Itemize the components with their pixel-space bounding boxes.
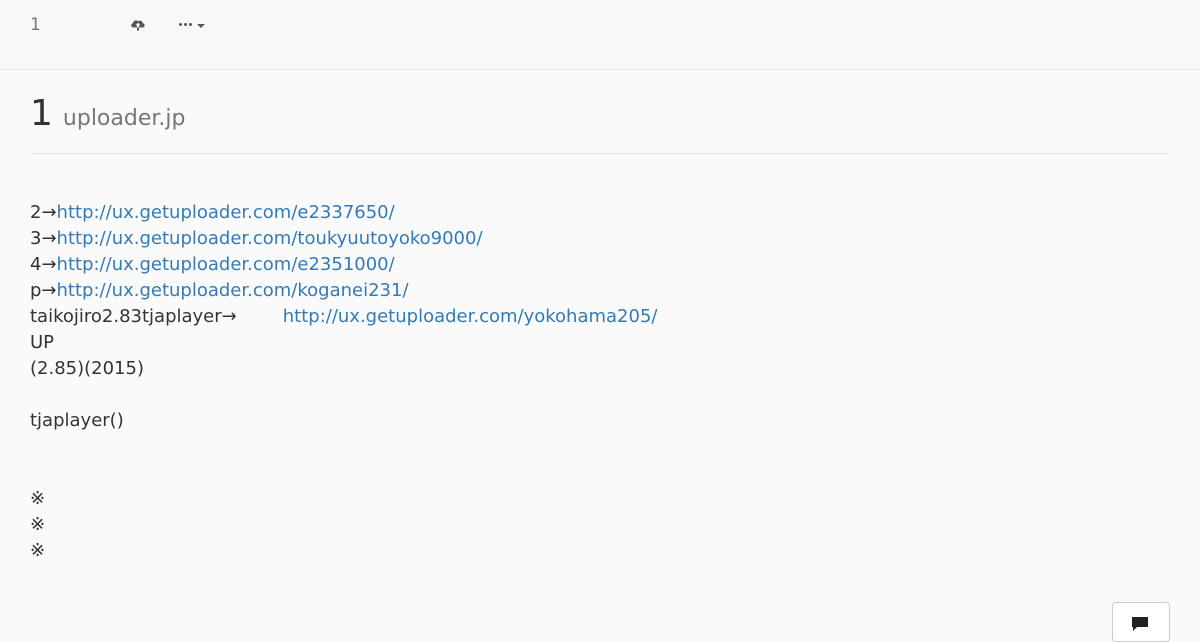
text-line: UP bbox=[30, 332, 55, 353]
text-line: ※ bbox=[30, 488, 46, 509]
text-line: ※ bbox=[30, 540, 46, 561]
more-menu-button[interactable] bbox=[179, 14, 205, 34]
link-line: 4→http://ux.getuploader.com/e2351000/ bbox=[30, 252, 1170, 278]
ellipsis-icon bbox=[179, 22, 192, 26]
upload-link[interactable]: http://ux.getuploader.com/koganei231/ bbox=[57, 280, 409, 301]
line-prefix: 3→ bbox=[30, 228, 57, 249]
upload-link[interactable]: http://ux.getuploader.com/toukyuutoyoko9… bbox=[57, 228, 483, 249]
page-header: 1 uploader.jp bbox=[30, 92, 1170, 154]
upload-link[interactable]: http://ux.getuploader.com/yokohama205/ bbox=[283, 306, 658, 327]
line-prefix: 4→ bbox=[30, 254, 57, 275]
site-name: uploader.jp bbox=[62, 106, 186, 131]
text-line: ※ bbox=[30, 514, 46, 535]
upload-link[interactable]: http://ux.getuploader.com/e2351000/ bbox=[57, 254, 395, 275]
upload-button[interactable] bbox=[128, 14, 148, 34]
link-line: taikojiro2.83tjaplayer→ http://ux.getuplo… bbox=[30, 304, 1170, 330]
link-line: 3→http://ux.getuploader.com/toukyuutoyok… bbox=[30, 226, 1170, 252]
line-prefix: 2→ bbox=[30, 202, 57, 223]
upload-link[interactable]: http://ux.getuploader.com/e2337650/ bbox=[57, 202, 395, 223]
text-line: tjaplayer() bbox=[30, 410, 124, 431]
page-number: 1 bbox=[30, 93, 53, 134]
post-content: 2→http://ux.getuploader.com/e2337650/ 3→… bbox=[30, 200, 1170, 564]
caret-down-icon bbox=[197, 23, 205, 28]
navbar: 1 bbox=[0, 0, 1200, 70]
cloud-upload-icon bbox=[131, 20, 145, 31]
link-line: 2→http://ux.getuploader.com/e2337650/ bbox=[30, 200, 1170, 226]
navbar-brand[interactable]: 1 bbox=[30, 14, 41, 36]
line-prefix: taikojiro2.83tjaplayer→ bbox=[30, 306, 237, 327]
link-line: p→http://ux.getuploader.com/koganei231/ bbox=[30, 278, 1170, 304]
line-prefix: p→ bbox=[30, 280, 57, 301]
comment-button[interactable] bbox=[1112, 602, 1170, 642]
text-line: (2.85)(2015) bbox=[30, 358, 144, 379]
